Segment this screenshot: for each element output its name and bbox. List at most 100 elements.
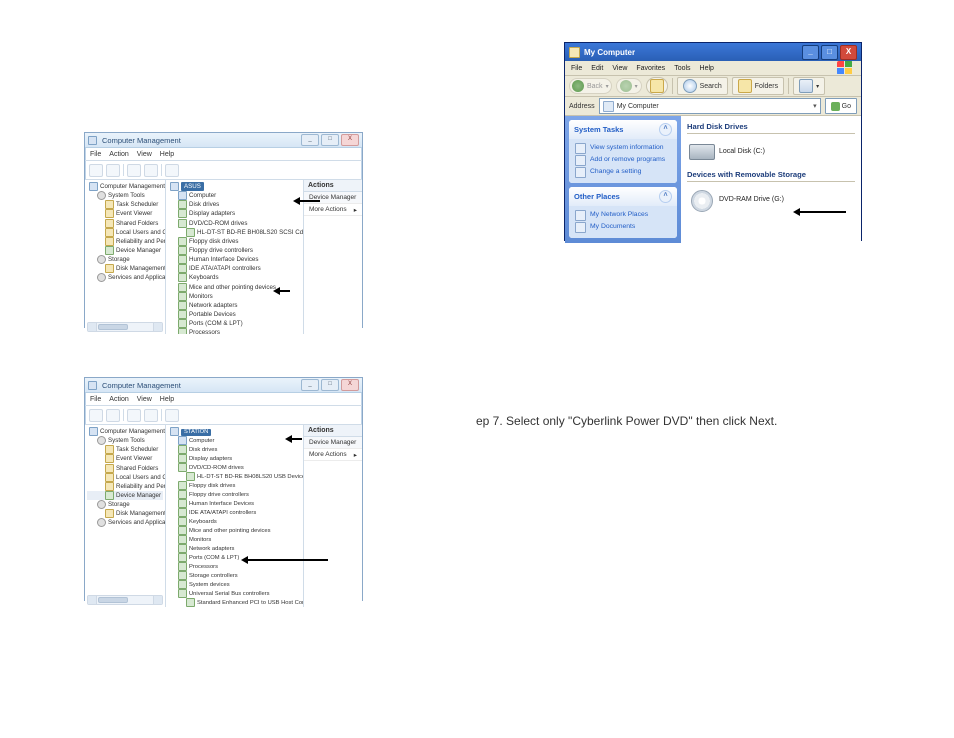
tree-item[interactable]: Floppy drive controllers xyxy=(168,490,301,499)
menu-view[interactable]: View xyxy=(612,65,627,72)
horizontal-scrollbar[interactable] xyxy=(87,322,163,332)
up-button[interactable] xyxy=(646,77,668,95)
tree-item[interactable]: Disk drives xyxy=(168,200,301,209)
menu-edit[interactable]: Edit xyxy=(591,65,603,72)
toolbar-button[interactable] xyxy=(144,409,158,422)
tree-item[interactable]: Display adapters xyxy=(168,209,301,218)
tree-item[interactable]: Keyboards xyxy=(168,517,301,526)
tree-system-tools[interactable]: System Tools xyxy=(87,191,163,200)
horizontal-scrollbar[interactable] xyxy=(87,595,163,605)
drive-local-c[interactable]: Local Disk (C:) xyxy=(687,139,855,168)
tree-item[interactable]: Human Interface Devices xyxy=(168,499,301,508)
cm2-titlebar[interactable]: Computer Management _ □ X xyxy=(85,378,362,393)
xp-titlebar[interactable]: My Computer _ □ X xyxy=(565,43,861,61)
tree-item[interactable]: Human Interface Devices xyxy=(168,255,301,264)
tree-root[interactable]: ASUS xyxy=(168,182,301,191)
other-places-header[interactable]: Other Places ˄ xyxy=(569,187,677,206)
toolbar-button[interactable] xyxy=(106,164,120,177)
actions-item[interactable]: More Actions ▸ xyxy=(304,204,362,216)
menu-view[interactable]: View xyxy=(137,396,152,403)
menu-tools[interactable]: Tools xyxy=(674,65,690,72)
back-button[interactable]: Back ▾ xyxy=(569,78,612,94)
tree-item[interactable]: Floppy disk drives xyxy=(168,481,301,490)
scroll-thumb[interactable] xyxy=(98,324,128,330)
menu-help[interactable]: Help xyxy=(700,65,714,72)
folders-button[interactable]: Folders xyxy=(732,77,784,95)
tree-item[interactable]: Ports (COM & LPT) xyxy=(168,553,301,562)
task-change-setting[interactable]: Change a setting xyxy=(575,166,671,178)
tree-services[interactable]: Services and Applications xyxy=(87,273,163,282)
tree-item[interactable]: Task Scheduler xyxy=(87,445,163,454)
toolbar-button[interactable] xyxy=(127,409,141,422)
menu-view[interactable]: View xyxy=(137,151,152,158)
tree-item[interactable]: Storage controllers xyxy=(168,571,301,580)
cm2-device-tree[interactable]: STATION Computer Disk drives Display ada… xyxy=(166,425,303,607)
close-button[interactable]: X xyxy=(341,379,359,391)
tree-item[interactable]: Floppy disk drives xyxy=(168,237,301,246)
tree-item[interactable]: Reliability and Perform xyxy=(87,482,163,491)
forward-button[interactable]: ▾ xyxy=(616,78,642,94)
tree-item[interactable]: Computer xyxy=(168,191,301,200)
tree-item[interactable]: Network adapters xyxy=(168,301,301,310)
tree-usb-controllers[interactable]: Universal Serial Bus controllers xyxy=(168,589,301,598)
tree-item[interactable]: Network adapters xyxy=(168,544,301,553)
tree-item[interactable]: Reliability and Perform xyxy=(87,237,163,246)
tree-item[interactable]: Mice and other pointing devices xyxy=(168,526,301,535)
tree-item[interactable]: System devices xyxy=(168,580,301,589)
tree-item[interactable]: Device Manager xyxy=(87,246,163,255)
menu-action[interactable]: Action xyxy=(109,151,128,158)
toolbar-button[interactable] xyxy=(89,409,103,422)
tree-item[interactable]: Ports (COM & LPT) xyxy=(168,319,301,328)
close-button[interactable]: X xyxy=(840,45,857,60)
tree-item[interactable]: Shared Folders xyxy=(87,219,163,228)
tree-item[interactable]: Processors xyxy=(168,562,301,571)
close-button[interactable]: X xyxy=(341,134,359,146)
tree-item[interactable]: Portable Devices xyxy=(168,310,301,319)
tree-system-tools[interactable]: System Tools xyxy=(87,436,163,445)
tree-item[interactable]: Standard Enhanced PCI to USB Host Contro… xyxy=(168,598,301,607)
tree-item[interactable]: Event Viewer xyxy=(87,454,163,463)
tree-item[interactable]: Disk drives xyxy=(168,445,301,454)
address-field[interactable]: My Computer ▾ xyxy=(599,98,821,114)
actions-item[interactable]: Device Manager xyxy=(304,437,362,449)
menu-favorites[interactable]: Favorites xyxy=(636,65,665,72)
tree-storage[interactable]: Storage xyxy=(87,255,163,264)
place-network[interactable]: My Network Places xyxy=(575,209,671,221)
actions-item[interactable]: Device Manager xyxy=(304,192,362,204)
cm1-left-tree[interactable]: Computer Management (Local System Tools … xyxy=(85,180,166,334)
tree-item[interactable]: Task Scheduler xyxy=(87,200,163,209)
cm2-left-tree[interactable]: Computer Management (Local System Tools … xyxy=(85,425,166,607)
collapse-icon[interactable]: ˄ xyxy=(659,190,672,203)
maximize-button[interactable]: □ xyxy=(321,134,339,146)
collapse-icon[interactable]: ˄ xyxy=(659,123,672,136)
tree-services[interactable]: Services and Applications xyxy=(87,518,163,527)
menu-file[interactable]: File xyxy=(90,151,101,158)
maximize-button[interactable]: □ xyxy=(821,45,838,60)
tree-item[interactable]: IDE ATA/ATAPI controllers xyxy=(168,508,301,517)
tree-root[interactable]: Computer Management (Local xyxy=(87,427,163,436)
menu-help[interactable]: Help xyxy=(160,396,174,403)
tree-item[interactable]: Event Viewer xyxy=(87,209,163,218)
tree-bd-device[interactable]: HL-DT-ST BD-RE BH08LS20 SCSI CdRom Devic… xyxy=(168,228,301,237)
maximize-button[interactable]: □ xyxy=(321,379,339,391)
system-tasks-header[interactable]: System Tasks ˄ xyxy=(569,120,677,139)
tree-item[interactable]: Monitors xyxy=(168,292,301,301)
tree-bd-usb-device[interactable]: HL-DT-ST BD-RE BH08LS20 USB Device xyxy=(168,472,301,481)
place-documents[interactable]: My Documents xyxy=(575,221,671,233)
go-button[interactable]: Go xyxy=(825,98,857,114)
tree-item[interactable]: Display adapters xyxy=(168,454,301,463)
minimize-button[interactable]: _ xyxy=(301,379,319,391)
tree-item[interactable]: Shared Folders xyxy=(87,464,163,473)
tree-root[interactable]: Computer Management (Local xyxy=(87,182,163,191)
views-button[interactable]: ▾ xyxy=(793,77,825,95)
actions-item[interactable]: More Actions ▸ xyxy=(304,449,362,461)
tree-dvd-cdrom[interactable]: DVD/CD-ROM drives xyxy=(168,463,301,472)
task-add-remove-programs[interactable]: Add or remove programs xyxy=(575,154,671,166)
toolbar-button[interactable] xyxy=(165,409,179,422)
tree-item[interactable]: Processors xyxy=(168,328,301,334)
tree-item[interactable]: Keyboards xyxy=(168,273,301,282)
toolbar-button[interactable] xyxy=(127,164,141,177)
tree-item[interactable]: Local Users and Groups xyxy=(87,228,163,237)
tree-item[interactable]: Monitors xyxy=(168,535,301,544)
tree-device-manager[interactable]: Device Manager xyxy=(87,491,163,500)
